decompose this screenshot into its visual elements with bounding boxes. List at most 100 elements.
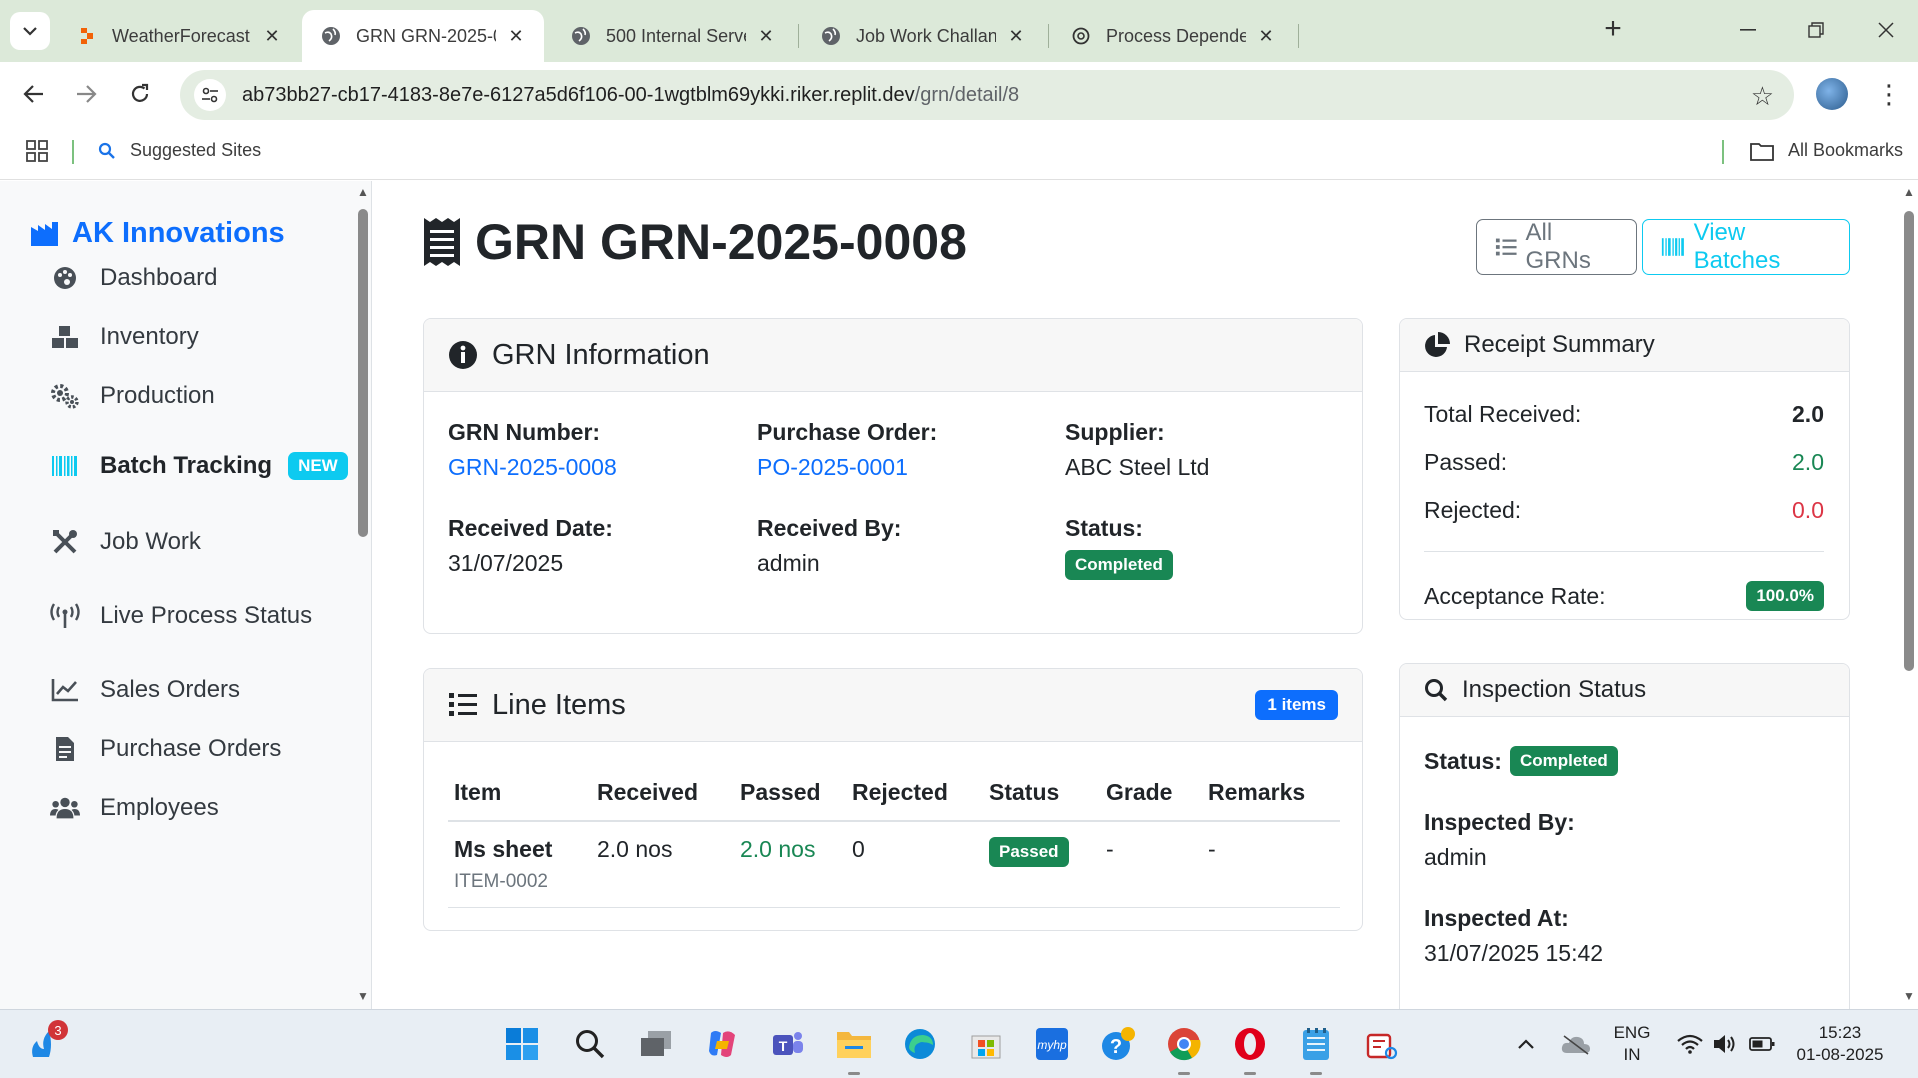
field-label: GRN Number: [448,419,601,445]
arrow-right-icon [77,85,97,103]
forward-button[interactable] [66,74,106,114]
start-windows-icon[interactable] [502,1024,542,1064]
sidebar-item-dashboard[interactable]: Dashboard [50,263,217,293]
scrollbar-thumb[interactable] [358,209,368,537]
column-header: Received [591,765,734,822]
help-icon[interactable]: ? [1098,1024,1138,1064]
notepad-icon[interactable] [1296,1024,1336,1064]
close-icon[interactable]: ✕ [1256,26,1276,47]
sidebar-scrollbar[interactable]: ▲ ▼ [354,181,371,1009]
task-view-icon[interactable] [636,1024,676,1064]
edge-icon[interactable] [900,1024,940,1064]
sidebar-item-live-process-status[interactable]: Live Process Status [50,601,312,631]
sidebar-item-job-work[interactable]: Job Work [50,527,201,557]
purchase-order-link[interactable]: PO-2025-0001 [757,454,937,481]
onedrive-icon[interactable] [1556,1024,1596,1064]
sidebar-item-label: Batch Tracking [100,452,273,479]
inspection-status-field: Status: Completed [1424,746,1618,776]
items-count-badge: 1 items [1255,690,1338,720]
all-bookmarks-button[interactable]: All Bookmarks [1750,140,1903,161]
tab-title: GRN GRN-2025-0008 [356,25,496,46]
main-content: GRN GRN-2025-0008 All GRNs View Batches … [373,181,1900,1009]
column-header: Grade [1100,765,1202,822]
profile-avatar[interactable] [1816,78,1848,110]
scrollbar-thumb[interactable] [1904,211,1914,671]
volume-icon[interactable] [1706,1024,1746,1064]
field-label: Inspected At: [1424,905,1569,931]
column-header: Passed [734,765,846,822]
site-info-icon[interactable] [194,79,226,111]
clock[interactable]: 15:23 01-08-2025 [1790,1022,1890,1066]
cogs-icon [50,381,80,411]
back-button[interactable] [14,74,54,114]
tab-server-error[interactable]: 500 Internal Server Error ✕ [552,10,794,62]
browser-menu-button[interactable]: ⋮ [1876,74,1902,114]
rejected-cell: 0 [846,821,983,908]
running-indicator [1178,1072,1190,1075]
card-title: Receipt Summary [1464,331,1655,358]
replit-icon [76,25,98,47]
tab-weatherforecast[interactable]: WeatherForecast - Replit ✕ [58,10,300,62]
status-badge: Completed [1509,746,1618,776]
sidebar-item-inventory[interactable]: Inventory [50,322,199,352]
close-icon[interactable]: ✕ [1006,26,1026,47]
summary-label: Acceptance Rate: [1424,582,1606,609]
file-explorer-icon[interactable] [834,1024,874,1064]
language-indicator[interactable]: ENG IN [1612,1022,1652,1066]
wifi-icon[interactable] [1670,1024,1710,1064]
sidebar-item-sales-orders[interactable]: Sales Orders [50,675,240,705]
search-icon[interactable] [570,1024,610,1064]
grn-number-link[interactable]: GRN-2025-0008 [448,454,617,481]
close-icon[interactable]: ✕ [506,26,526,47]
all-grns-button[interactable]: All GRNs [1476,219,1637,275]
snipping-tool-icon[interactable] [1362,1024,1402,1064]
battery-icon[interactable] [1742,1024,1782,1064]
scroll-up-arrow-icon[interactable]: ▲ [1902,185,1916,199]
apps-grid-icon[interactable] [26,140,48,167]
close-window-button[interactable] [1866,12,1906,48]
new-tab-button[interactable]: + [1598,14,1628,44]
restore-icon [1808,22,1824,38]
chevron-up-icon[interactable] [1506,1024,1546,1064]
scroll-down-arrow-icon[interactable]: ▼ [1902,989,1916,1003]
restore-button[interactable] [1796,12,1836,48]
close-icon[interactable]: ✕ [262,26,282,47]
scroll-down-arrow-icon[interactable]: ▼ [356,989,370,1003]
copilot-icon[interactable] [702,1024,742,1064]
address-bar[interactable]: ab73bb27-cb17-4183-8e7e-6127a5d6f106-00-… [180,70,1794,120]
page-scrollbar[interactable]: ▲ ▼ [1900,181,1918,1009]
chrome-icon[interactable] [1164,1024,1204,1064]
grn-information-card: GRN Information GRN Number: GRN-2025-000… [423,318,1363,634]
bookmark-suggested-sites[interactable]: Suggested Sites [98,140,261,161]
tab-title: 500 Internal Server Error [606,25,746,46]
status-badge: Completed [1065,550,1173,580]
language-code: ENG [1613,1023,1651,1042]
reload-button[interactable] [120,74,160,114]
brand[interactable]: AK Innovations [30,217,285,250]
opera-icon[interactable] [1230,1024,1270,1064]
sidebar-item-purchase-orders[interactable]: Purchase Orders [50,734,281,764]
tab-grn-detail[interactable]: GRN GRN-2025-0008 ✕ [302,10,544,62]
received-date-field: Received Date: 31/07/2025 [448,515,613,577]
tab-job-work-challan[interactable]: Job Work Challan - JOB-2 ✕ [802,10,1044,62]
sidebar-item-batch-tracking[interactable]: Batch Tracking NEW [50,451,348,481]
teams-icon[interactable]: T [768,1024,808,1064]
card-header: GRN Information [424,319,1362,392]
summary-label: Passed: [1424,449,1508,475]
received-date-value: 31/07/2025 [448,550,564,576]
bookmark-star-icon[interactable]: ☆ [1751,81,1774,112]
microsoft-store-icon[interactable] [966,1024,1006,1064]
grade-cell: - [1100,821,1202,908]
sidebar-item-label: Employees [100,794,219,821]
sidebar-item-employees[interactable]: Employees [50,793,219,823]
close-icon[interactable]: ✕ [756,26,776,47]
scroll-up-arrow-icon[interactable]: ▲ [356,185,370,199]
sidebar-item-production[interactable]: Production [50,381,215,411]
tab-search-button[interactable] [10,12,50,50]
card-header: Line Items 1 items [424,669,1362,742]
tab-process-dependencies[interactable]: Process Dependencies O ✕ [1052,10,1294,62]
view-batches-button[interactable]: View Batches [1642,219,1850,275]
myhp-icon[interactable]: myhp [1032,1024,1072,1064]
tab-title: Process Dependencies O [1106,25,1246,46]
minimize-button[interactable] [1728,12,1768,48]
